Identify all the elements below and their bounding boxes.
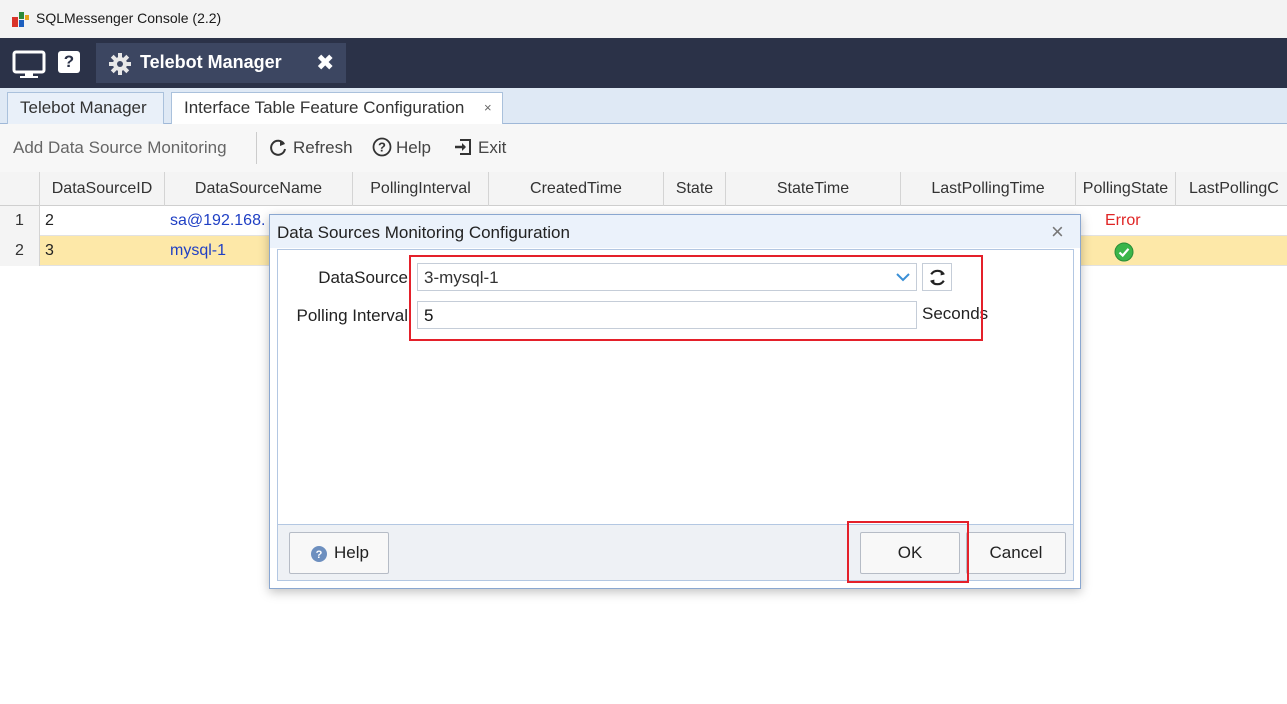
- gear-icon: [109, 53, 131, 75]
- column-header-lastpollingtime[interactable]: LastPollingTime: [901, 172, 1076, 206]
- svg-text:?: ?: [378, 140, 386, 155]
- column-header-datasourceid[interactable]: DataSourceID: [40, 172, 165, 206]
- exit-icon: [455, 139, 471, 155]
- monitor-icon[interactable]: [10, 48, 48, 80]
- cancel-button[interactable]: Cancel: [966, 532, 1066, 574]
- svg-text:?: ?: [316, 549, 323, 561]
- help-info-icon: ?: [311, 546, 327, 562]
- dialog-help-button[interactable]: ? Help: [289, 532, 389, 574]
- cell-pollingstate-error: Error: [1105, 212, 1141, 229]
- add-data-source-monitoring-button[interactable]: Add Data Source Monitoring: [13, 138, 227, 158]
- polling-interval-label: Polling Interval: [296, 306, 408, 325]
- row-number: 1: [0, 206, 40, 236]
- cell-datasourcename[interactable]: sa@192.168.: [170, 206, 265, 236]
- help-button[interactable]: Help: [396, 138, 431, 158]
- dialog-help-label: Help: [334, 543, 369, 562]
- dialog-title: Data Sources Monitoring Configuration: [277, 223, 570, 242]
- tab-interface-table-feature-configuration[interactable]: Interface Table Feature Configuration: [171, 92, 503, 124]
- dialog-close-icon[interactable]: ×: [1051, 219, 1064, 245]
- tab-telebot-manager[interactable]: Telebot Manager: [7, 92, 164, 124]
- toolbar-divider: [256, 132, 257, 164]
- app-logo-icon: [12, 12, 29, 27]
- window-title: SQLMessenger Console (2.2): [36, 10, 222, 26]
- highlight-box-ok: [847, 521, 969, 583]
- highlight-box-fields: [409, 255, 983, 341]
- column-header-statetime[interactable]: StateTime: [726, 172, 901, 206]
- cell-datasourceid: 2: [45, 212, 54, 229]
- exit-button[interactable]: Exit: [478, 138, 506, 158]
- cell-datasourceid: 3: [45, 242, 54, 259]
- help-question-button[interactable]: ?: [58, 51, 80, 73]
- cell-datasourcename[interactable]: mysql-1: [170, 236, 226, 266]
- check-circle-icon: [1114, 242, 1134, 262]
- refresh-button[interactable]: Refresh: [293, 138, 353, 158]
- row-number: 2: [0, 236, 40, 266]
- column-header-pollingstate[interactable]: PollingState: [1076, 172, 1176, 206]
- datasource-label: DataSource: [318, 268, 408, 287]
- left-scroll-edge: [0, 266, 3, 704]
- close-icon[interactable]: ✖: [316, 50, 334, 76]
- column-header-state[interactable]: State: [664, 172, 726, 206]
- column-header-createdtime[interactable]: CreatedTime: [489, 172, 664, 206]
- column-header-datasourcename[interactable]: DataSourceName: [165, 172, 353, 206]
- tab-close-icon[interactable]: ×: [484, 100, 492, 115]
- column-header-pollinginterval[interactable]: PollingInterval: [353, 172, 489, 206]
- nav-tab-label: Telebot Manager: [140, 52, 282, 72]
- column-header-lastpollingc[interactable]: LastPollingC: [1176, 172, 1287, 206]
- row-number-header: [0, 172, 40, 206]
- help-circle-icon: ?: [372, 137, 392, 157]
- refresh-icon: [270, 139, 286, 156]
